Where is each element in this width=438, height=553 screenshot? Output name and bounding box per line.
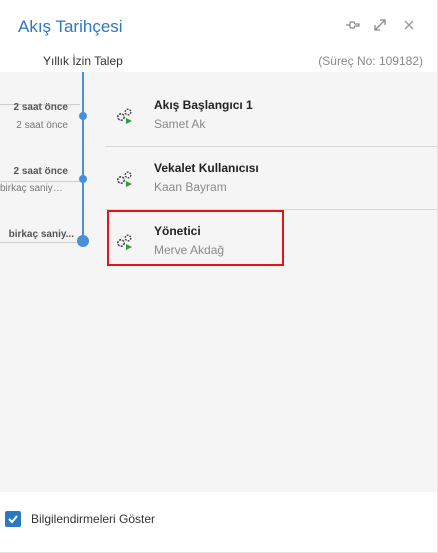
gears-play-icon <box>116 171 132 187</box>
process-title: Yıllık İzin Talep <box>43 54 123 68</box>
step-user: Samet Ak <box>154 117 206 131</box>
step-divider <box>105 146 437 147</box>
pin-button[interactable] <box>342 14 364 36</box>
flow-step[interactable]: Akış Başlangıcı 1 Samet Ak <box>105 86 437 146</box>
step-time-detail: 2 saat önce <box>16 120 68 131</box>
expand-button[interactable] <box>369 14 391 36</box>
step-time: 2 saat önce <box>13 102 68 113</box>
step-name: Akış Başlangıcı 1 <box>154 98 253 112</box>
step-time: birkaç saniy... <box>8 229 74 240</box>
time-divider <box>0 181 80 182</box>
process-info-bar: Yıllık İzin Talep (Süreç No: 109182) <box>0 50 437 72</box>
process-number: (Süreç No: 109182) <box>318 54 423 68</box>
timeline-dot-current <box>77 235 89 247</box>
panel-footer: Bilgilendirmeleri Göster <box>0 492 437 552</box>
expand-icon <box>374 19 386 31</box>
flow-step[interactable]: Vekalet Kullanıcısı Kaan Bayram <box>105 149 437 209</box>
close-button[interactable] <box>398 14 420 36</box>
panel-title: Akış Tarihçesi <box>18 17 123 36</box>
checkmark-icon <box>8 515 18 524</box>
panel-header: Akış Tarihçesi <box>0 0 437 50</box>
flow-history-panel: Akış Tarihçesi Yıllık İzin Talep (Süreç … <box>0 0 438 553</box>
gears-play-icon <box>116 108 132 124</box>
show-notifications-label[interactable]: Bilgilendirmeleri Göster <box>31 512 155 526</box>
time-divider <box>0 242 80 243</box>
step-user: Kaan Bayram <box>154 180 227 194</box>
timeline-line <box>82 72 84 242</box>
pin-icon <box>346 21 360 29</box>
step-time-detail: birkaç saniye ... <box>0 183 68 194</box>
close-icon <box>404 20 414 30</box>
timeline-dot <box>79 112 87 120</box>
highlight-frame <box>107 210 284 266</box>
show-notifications-checkbox[interactable] <box>5 511 21 527</box>
timeline-dot <box>79 175 87 183</box>
step-time: 2 saat önce <box>13 166 68 177</box>
step-name: Vekalet Kullanıcısı <box>154 161 259 175</box>
timeline-area: 2 saat önce 2 saat önce 2 saat önce birk… <box>0 72 437 492</box>
